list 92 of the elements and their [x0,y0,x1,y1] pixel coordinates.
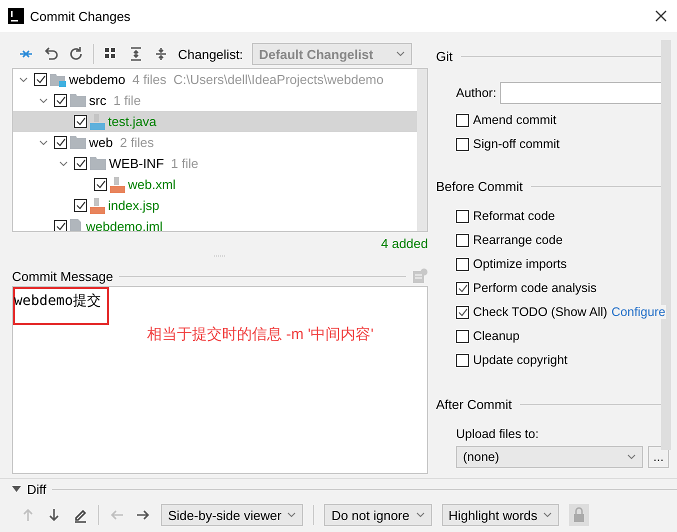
file-name: webdemo [69,72,126,87]
xml-file-icon [110,176,125,192]
annotation-text: 相当于提交时的信息 -m '中间内容' [147,325,374,344]
tree-row[interactable]: webdemo 4 files C:\Users\dell\IdeaProjects\webdemo [13,69,417,90]
chevron-down-icon [396,51,406,57]
author-field[interactable] [500,82,662,104]
file-name: web [89,135,113,150]
tree-row[interactable]: src 1 file [13,90,417,111]
tree-row[interactable]: test.java [13,111,417,132]
option-label: Cleanup [473,329,520,343]
option-label: Check TODO (Show All) [473,305,608,319]
checkbox[interactable] [456,330,469,342]
checkbox[interactable] [34,73,47,86]
viewer-dropdown[interactable]: Side-by-side viewer [161,504,304,526]
expand-all-icon[interactable] [128,46,144,62]
highlight-dropdown[interactable]: Highlight words [442,504,560,526]
triangle-down-icon[interactable] [12,486,21,492]
tree-row[interactable]: index.jsp [13,195,417,216]
file-count: 1 file [170,156,198,171]
section-label: Commit Message [12,268,114,284]
section-title: After Commit [436,396,512,412]
option-label: Amend commit [473,113,556,127]
window-title: Commit Changes [30,8,132,24]
folder-icon [70,94,86,107]
file-icon [70,218,83,231]
browse-button[interactable]: ... [648,446,669,468]
ignore-dropdown[interactable]: Do not ignore [324,504,432,526]
refresh-icon[interactable] [68,46,84,62]
file-count: 4 files [132,72,166,87]
undo-icon[interactable] [43,46,59,62]
file-name: src [89,93,106,108]
java-file-icon [90,114,105,130]
folder-icon [70,136,86,149]
chevron-down-icon[interactable] [38,140,48,146]
option-label: Perform code analysis [473,281,597,295]
checkbox[interactable] [456,354,469,366]
tree-row[interactable]: webdemo.iml [13,216,417,231]
file-name: webdemo.iml [86,219,163,231]
checkbox[interactable] [456,138,469,150]
chevron-down-icon[interactable] [18,76,28,82]
tree-row[interactable]: web.xml [13,174,417,195]
checkbox[interactable] [456,282,469,294]
option-label: Rearrange code [473,233,563,247]
checkbox[interactable] [74,157,87,170]
checkbox[interactable] [456,210,469,222]
app-logo-icon [8,8,24,24]
file-name: test.java [108,114,156,129]
module-folder-icon [50,72,66,86]
chevron-down-icon [627,454,636,460]
jsp-file-icon [90,198,105,214]
collapse-all-icon[interactable] [153,46,169,62]
scrollbar[interactable] [417,69,427,231]
file-name: index.jsp [108,198,160,213]
chevron-down-icon [416,512,424,518]
chevron-down-icon [543,512,552,518]
checkbox[interactable] [54,136,67,149]
checkbox[interactable] [456,306,469,318]
file-name: web.xml [128,177,176,192]
checkbox[interactable] [54,94,67,107]
section-title: Before Commit [436,178,523,194]
project-path: C:\Users\dell\IdeaProjects\webdemo [173,72,384,87]
folder-icon [90,157,106,170]
checkbox[interactable] [456,258,469,270]
checkbox[interactable] [54,220,67,231]
changelist-label: Changelist: [178,46,244,62]
option-label: Reformat code [473,209,555,223]
chevron-down-icon[interactable] [58,160,68,166]
tree-row[interactable]: WEB-INF 1 file [13,153,417,174]
close-icon[interactable] [655,10,667,22]
file-name: WEB-INF [109,156,164,171]
checkbox[interactable] [94,178,107,191]
option-label: Update copyright [473,353,568,367]
tree-row[interactable]: web 2 files [13,132,417,153]
author-label: Author: [456,86,496,100]
pencil-icon[interactable] [72,507,88,523]
checkbox[interactable] [456,114,469,126]
upload-dropdown[interactable]: (none) [456,446,643,468]
chevron-down-icon[interactable] [38,98,48,104]
file-count: 2 files [120,135,154,150]
splitter-handle-icon[interactable] [213,254,227,258]
option-label: Sign-off commit [473,137,560,151]
diff-title: Diff [27,482,46,496]
checkbox[interactable] [456,234,469,246]
chevron-down-icon [287,512,296,518]
upload-label: Upload files to: [456,427,539,441]
checkbox[interactable] [74,115,87,128]
section-title: Git [436,48,453,64]
file-count: 1 file [113,93,141,108]
checkbox[interactable] [74,199,87,212]
option-label: Optimize imports [473,257,567,271]
configure-link[interactable]: Configure [611,305,666,319]
summary-text: 4 added [381,236,428,250]
